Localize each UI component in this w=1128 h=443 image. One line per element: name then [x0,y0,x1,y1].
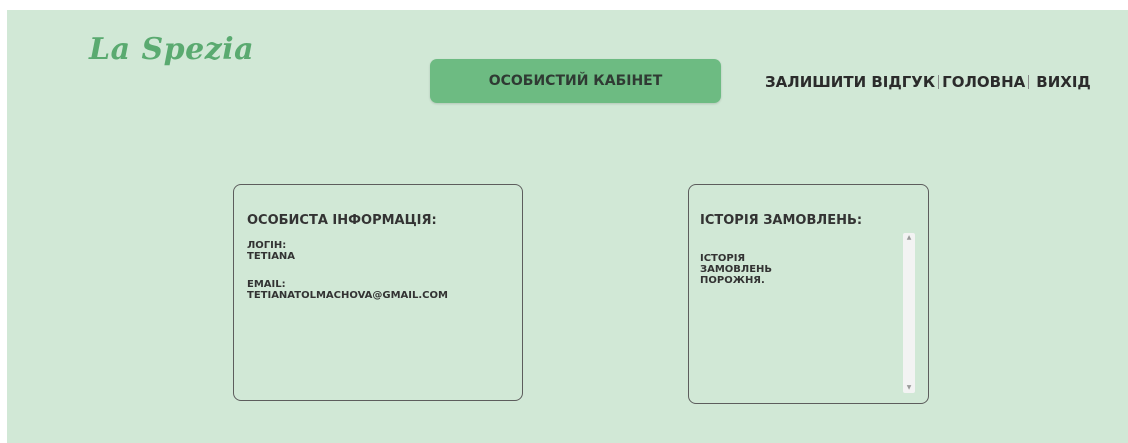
login-value: TETIANA [247,251,296,262]
top-nav: ЗАЛИШИТИ ВІДГУК ГОЛОВНА ВИХІД [765,73,1091,91]
nav-divider [1028,75,1030,89]
order-history-card: ІСТОРІЯ ЗАМОВЛЕНЬ: ІСТОРІЯ ЗАМОВЛЕНЬ ПОР… [688,184,929,404]
nav-leave-review[interactable]: ЗАЛИШИТИ ВІДГУК [765,73,935,91]
email-value: TETIANATOLMACHOVA@GMAIL.COM [247,290,448,301]
logo[interactable]: La Spezia [89,32,254,67]
nav-home[interactable]: ГОЛОВНА [942,73,1025,91]
order-history-empty-text: ІСТОРІЯ ЗАМОВЛЕНЬ ПОРОЖНЯ. [700,253,773,286]
nav-divider [938,75,940,89]
scroll-up-arrow-icon[interactable]: ▲ [903,233,915,243]
email-label: EMAIL: [247,279,286,290]
scroll-down-arrow-icon[interactable]: ▼ [903,383,915,393]
login-label: ЛОГІН: [247,240,287,251]
nav-logout[interactable]: ВИХІД [1036,73,1091,91]
personal-cabinet-button[interactable]: ОСОБИСТИЙ КАБІНЕТ [430,59,721,103]
personal-cabinet-button-label: ОСОБИСТИЙ КАБІНЕТ [488,73,663,89]
personal-info-title: ОСОБИСТА ІНФОРМАЦІЯ: [247,213,437,228]
order-history-scrollbar[interactable]: ▲ ▼ [903,233,915,393]
personal-info-card: ОСОБИСТА ІНФОРМАЦІЯ: ЛОГІН: TETIANA EMAI… [233,184,523,401]
page-container: La Spezia ОСОБИСТИЙ КАБІНЕТ ЗАЛИШИТИ ВІД… [7,10,1128,443]
order-history-title: ІСТОРІЯ ЗАМОВЛЕНЬ: [700,213,863,228]
